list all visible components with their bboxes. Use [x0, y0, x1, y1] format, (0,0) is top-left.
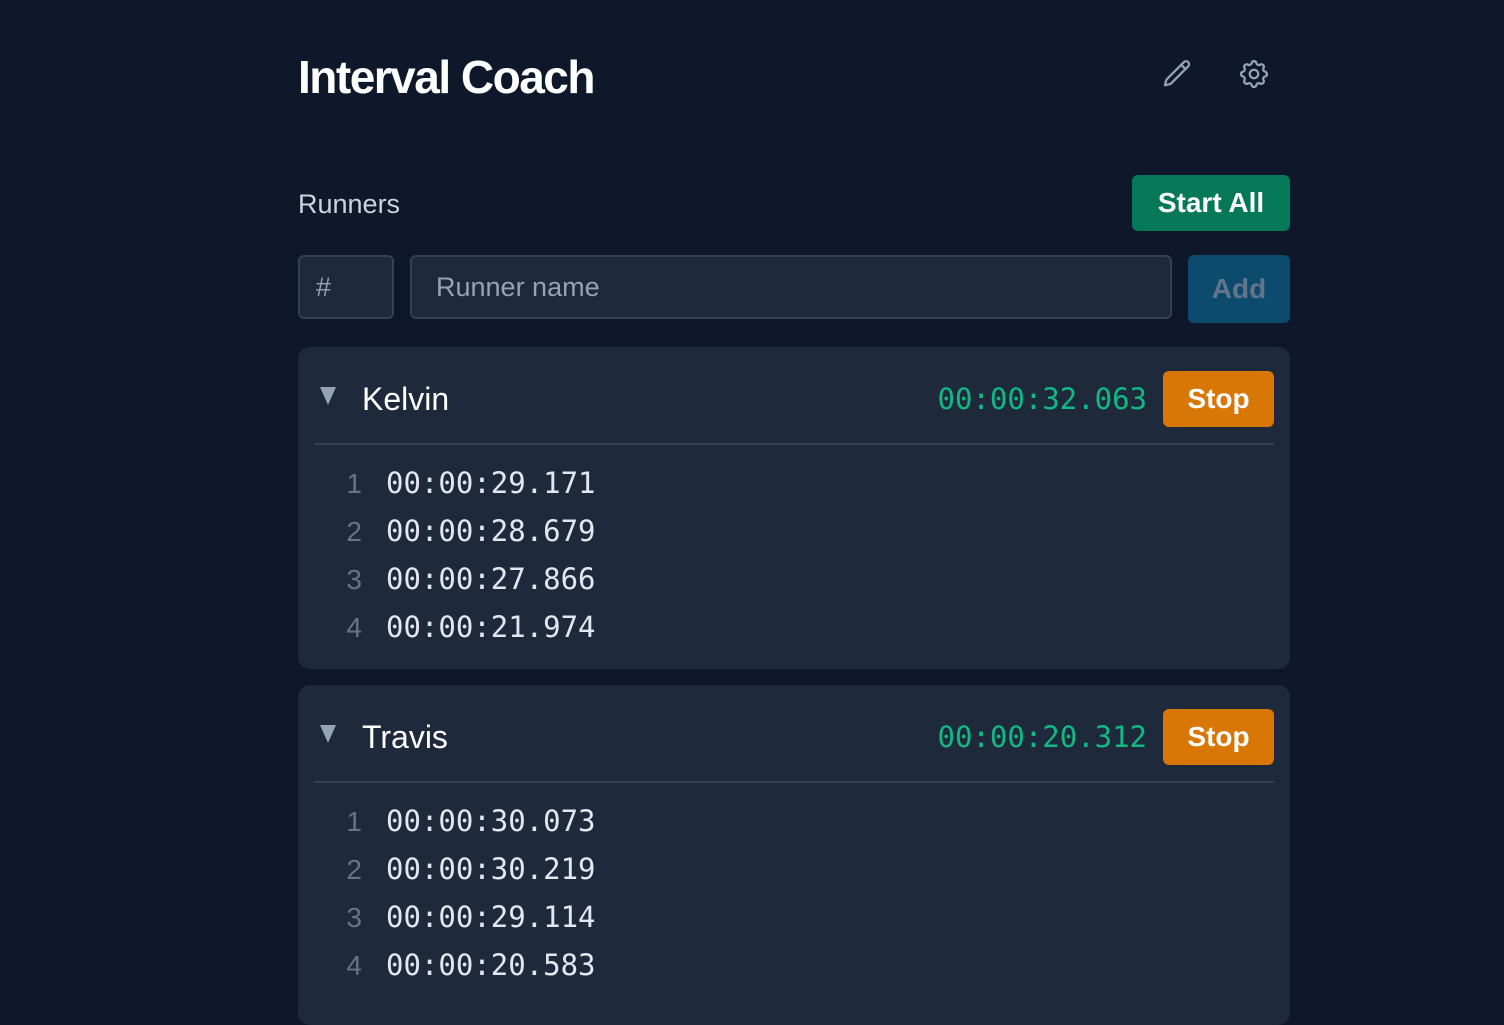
- runner-card-header: Travis 00:00:20.312 Stop: [298, 685, 1290, 781]
- settings-button[interactable]: [1232, 52, 1276, 96]
- runner-timer: 00:00:32.063: [937, 382, 1147, 416]
- lap-row: 4 00:00:21.974: [298, 604, 1290, 652]
- gear-icon: [1239, 60, 1269, 89]
- collapse-caret-icon[interactable]: [320, 387, 336, 405]
- runner-timer: 00:00:20.312: [937, 720, 1147, 754]
- lap-row: 3 00:00:27.866: [298, 556, 1290, 604]
- lap-row: 2 00:00:28.679: [298, 508, 1290, 556]
- runner-card: Kelvin 00:00:32.063 Stop 1 00:00:29.171 …: [298, 347, 1290, 669]
- runner-name: Kelvin: [362, 381, 450, 417]
- lap-number: 1: [346, 806, 362, 837]
- lap-time: 00:00:29.114: [386, 900, 596, 934]
- lap-time: 00:00:29.171: [386, 466, 596, 500]
- lap-time: 00:00:27.866: [386, 562, 596, 596]
- divider: [314, 443, 1274, 445]
- collapse-caret-icon[interactable]: [320, 725, 336, 743]
- runner-card: Travis 00:00:20.312 Stop 1 00:00:30.073 …: [298, 685, 1290, 1025]
- app-container: Interval Coach Runners Start All Add Kel…: [298, 0, 1290, 1025]
- stop-button[interactable]: Stop: [1163, 371, 1274, 427]
- lap-number: 2: [346, 854, 362, 885]
- lap-number: 4: [346, 612, 362, 643]
- lap-number: 3: [346, 564, 362, 595]
- lap-number: 2: [346, 516, 362, 547]
- lap-row: 4 00:00:20.583: [298, 942, 1290, 990]
- lap-row: 1 00:00:29.171: [298, 460, 1290, 508]
- lap-time: 00:00:20.583: [386, 948, 596, 982]
- lap-time: 00:00:30.073: [386, 804, 596, 838]
- runner-number-input[interactable]: [298, 255, 394, 319]
- start-all-button[interactable]: Start All: [1132, 175, 1290, 231]
- stop-button[interactable]: Stop: [1163, 709, 1274, 765]
- lap-number: 1: [346, 468, 362, 499]
- runners-section-header: Runners Start All: [298, 175, 1290, 231]
- lap-row: 1 00:00:30.073: [298, 798, 1290, 846]
- lap-row: 3 00:00:29.114: [298, 894, 1290, 942]
- lap-number: 4: [346, 950, 362, 981]
- runner-name-input[interactable]: [410, 255, 1172, 319]
- add-button[interactable]: Add: [1188, 255, 1290, 323]
- page-title: Interval Coach: [298, 51, 596, 103]
- runner-card-header: Kelvin 00:00:32.063 Stop: [298, 347, 1290, 443]
- lap-number: 3: [346, 902, 362, 933]
- runner-name: Travis: [362, 719, 448, 755]
- edit-button[interactable]: [1155, 52, 1199, 96]
- pencil-icon: [1163, 60, 1191, 87]
- lap-list: 1 00:00:30.073 2 00:00:30.219 3 00:00:29…: [298, 798, 1290, 990]
- add-runner-form: Add: [298, 255, 1290, 323]
- lap-time: 00:00:30.219: [386, 852, 596, 886]
- divider: [314, 781, 1274, 783]
- section-label: Runners: [298, 189, 401, 219]
- lap-time: 00:00:21.974: [386, 610, 596, 644]
- header: Interval Coach: [298, 0, 1290, 150]
- lap-list: 1 00:00:29.171 2 00:00:28.679 3 00:00:27…: [298, 460, 1290, 652]
- lap-time: 00:00:28.679: [386, 514, 596, 548]
- lap-row: 2 00:00:30.219: [298, 846, 1290, 894]
